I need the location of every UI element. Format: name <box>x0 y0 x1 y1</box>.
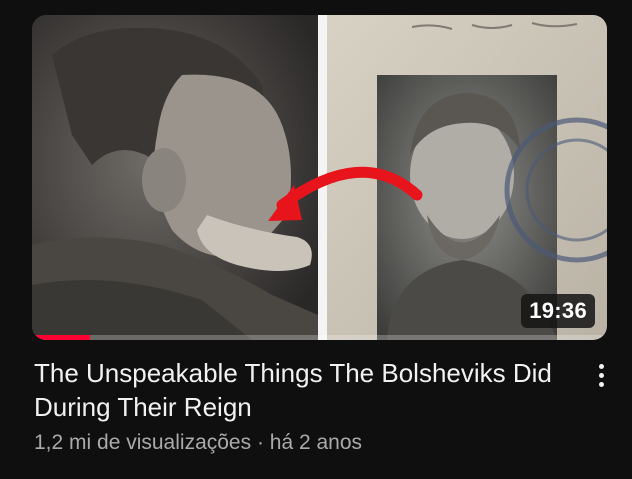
video-thumbnail[interactable]: 19:36 <box>32 15 607 340</box>
dot <box>598 372 604 378</box>
view-count: 1,2 mi de visualizações <box>34 431 252 454</box>
dot <box>598 363 604 369</box>
watch-progress-bar <box>32 335 607 340</box>
more-vertical-icon[interactable] <box>588 358 614 392</box>
meta-separator: · <box>256 431 264 454</box>
video-title[interactable]: The Unspeakable Things The Bolsheviks Di… <box>34 356 554 424</box>
thumbnail-image <box>32 15 607 340</box>
video-card[interactable]: 19:36 The Unspeakable Things The Bolshev… <box>0 0 632 479</box>
duration-badge: 19:36 <box>521 294 595 328</box>
dot <box>598 381 604 387</box>
video-metadata: 1,2 mi de visualizações · há 2 anos <box>34 429 362 457</box>
watch-progress-fill <box>32 335 90 340</box>
upload-age: há 2 anos <box>269 431 363 454</box>
